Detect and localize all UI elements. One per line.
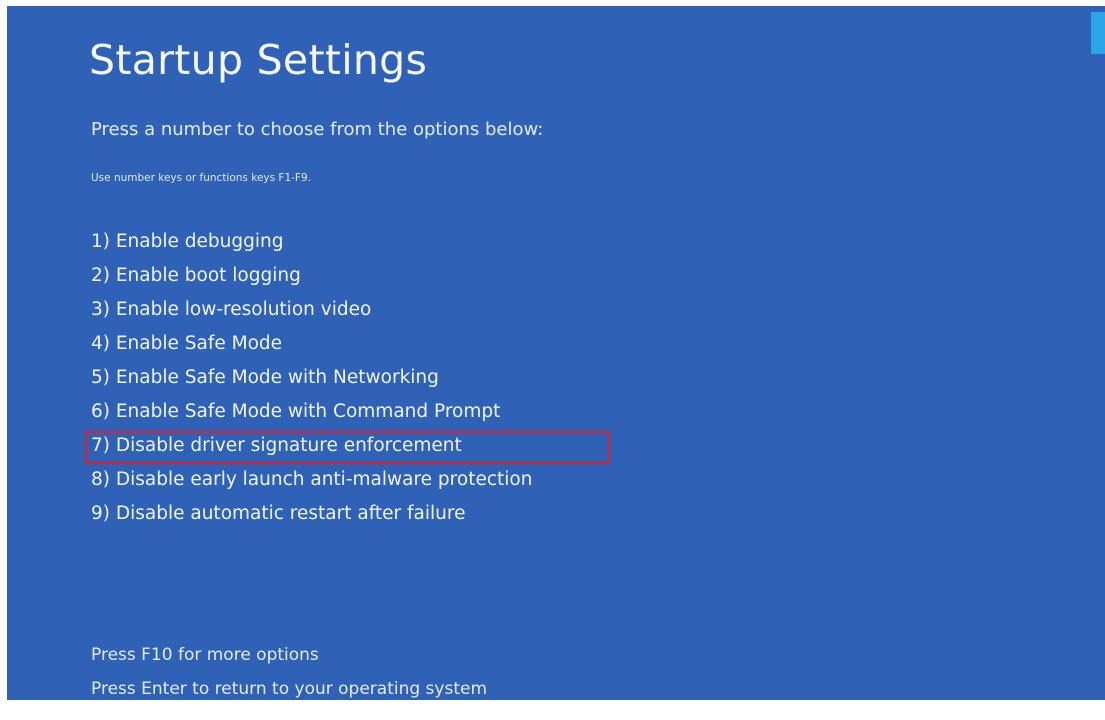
hint-text: Use number keys or functions keys F1-F9. [91,172,311,184]
bottom-strip [7,700,1105,720]
instruction-text: Press a number to choose from the option… [91,119,544,140]
option-enable-debugging[interactable]: 1) Enable debugging [91,229,532,263]
option-disable-driver-signature-enforcement[interactable]: 7) Disable driver signature enforcement [84,431,611,467]
startup-settings-screen: Startup Settings Press a number to choos… [7,6,1105,700]
page-title: Startup Settings [89,36,428,84]
option-enable-boot-logging[interactable]: 2) Enable boot logging [91,263,532,297]
scroll-indicator [1091,12,1105,54]
option-disable-early-launch-anti-malware[interactable]: 8) Disable early launch anti-malware pro… [91,467,532,501]
option-disable-automatic-restart[interactable]: 9) Disable automatic restart after failu… [91,501,532,535]
option-enable-safe-mode[interactable]: 4) Enable Safe Mode [91,331,532,365]
option-safe-mode-networking[interactable]: 5) Enable Safe Mode with Networking [91,365,532,399]
startup-options-list: 1) Enable debugging 2) Enable boot loggi… [84,229,611,535]
more-options-prompt[interactable]: Press F10 for more options [91,645,319,665]
return-to-os-prompt[interactable]: Press Enter to return to your operating … [91,679,487,699]
option-safe-mode-command-prompt[interactable]: 6) Enable Safe Mode with Command Prompt [91,399,532,433]
option-enable-low-resolution-video[interactable]: 3) Enable low-resolution video [91,297,532,331]
